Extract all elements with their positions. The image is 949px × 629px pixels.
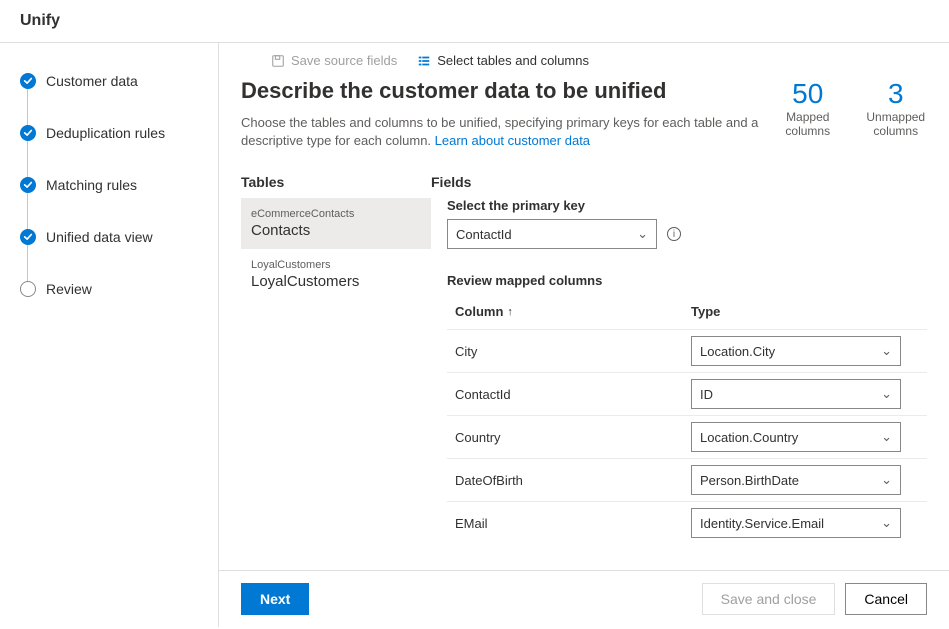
- column-name: DateOfBirth: [455, 473, 691, 488]
- type-select[interactable]: Location.Country ⌄: [691, 422, 901, 452]
- step-label: Matching rules: [46, 177, 137, 193]
- table-row: Country Location.Country ⌄: [447, 415, 927, 458]
- tables-header: Tables: [241, 174, 431, 190]
- page-header: Unify: [0, 0, 949, 43]
- step-label: Unified data view: [46, 229, 153, 245]
- sort-ascending-icon: ↑: [507, 306, 513, 318]
- step-deduplication-rules[interactable]: Deduplication rules: [20, 125, 218, 177]
- cancel-button[interactable]: Cancel: [845, 583, 927, 615]
- page-description: Choose the tables and columns to be unif…: [241, 114, 781, 150]
- save-icon: [271, 54, 285, 68]
- check-icon: [20, 125, 36, 141]
- table-row: City Location.City ⌄: [447, 329, 927, 372]
- circle-icon: [20, 281, 36, 297]
- table-name: LoyalCustomers: [251, 273, 421, 290]
- check-icon: [20, 73, 36, 89]
- save-and-close-button: Save and close: [702, 583, 836, 615]
- toolbar: Save source fields Select tables and col…: [219, 43, 949, 78]
- step-label: Customer data: [46, 73, 138, 89]
- column-header-name[interactable]: Column ↑: [455, 304, 691, 319]
- select-tables-columns-button[interactable]: Select tables and columns: [417, 53, 589, 68]
- list-icon: [417, 54, 431, 68]
- table-row: ContactId ID ⌄: [447, 372, 927, 415]
- toolbar-label: Save source fields: [291, 53, 397, 68]
- type-select[interactable]: Identity.Service.Email ⌄: [691, 508, 901, 538]
- step-review[interactable]: Review: [20, 281, 218, 297]
- stat-mapped-columns: 50 Mapped columns: [781, 78, 835, 138]
- table-card-loyalcustomers[interactable]: LoyalCustomers LoyalCustomers: [241, 249, 431, 300]
- step-label: Deduplication rules: [46, 125, 165, 141]
- select-value: Identity.Service.Email: [700, 516, 824, 531]
- check-icon: [20, 177, 36, 193]
- wizard-steps-sidebar: Customer data Deduplication rules Matchi…: [0, 43, 218, 627]
- column-name: EMail: [455, 516, 691, 531]
- table-row: DateOfBirth Person.BirthDate ⌄: [447, 458, 927, 501]
- table-source: eCommerceContacts: [251, 208, 421, 220]
- step-matching-rules[interactable]: Matching rules: [20, 177, 218, 229]
- select-value: ContactId: [456, 227, 512, 242]
- stat-unmapped-columns: 3 Unmapped columns: [865, 78, 927, 138]
- fields-header: Fields: [431, 174, 471, 190]
- select-value: Location.City: [700, 344, 775, 359]
- table-name: Contacts: [251, 222, 421, 239]
- table-card-contacts[interactable]: eCommerceContacts Contacts: [241, 198, 431, 249]
- stat-label: Mapped columns: [781, 110, 835, 138]
- type-select[interactable]: Person.BirthDate ⌄: [691, 465, 901, 495]
- stat-value: 3: [865, 78, 927, 110]
- type-select[interactable]: Location.City ⌄: [691, 336, 901, 366]
- table-row: EMail Identity.Service.Email ⌄: [447, 501, 927, 544]
- chevron-down-icon: ⌄: [637, 226, 648, 242]
- chevron-down-icon: ⌄: [881, 515, 892, 531]
- check-icon: [20, 229, 36, 245]
- stat-label: Unmapped columns: [865, 110, 927, 138]
- app-title: Unify: [20, 12, 60, 29]
- primary-key-select[interactable]: ContactId ⌄: [447, 219, 657, 249]
- tables-list: eCommerceContacts Contacts LoyalCustomer…: [241, 198, 431, 544]
- column-header-type[interactable]: Type: [691, 304, 720, 319]
- chevron-down-icon: ⌄: [881, 386, 892, 402]
- review-columns-header: Review mapped columns: [447, 273, 927, 288]
- table-source: LoyalCustomers: [251, 259, 421, 271]
- select-value: Person.BirthDate: [700, 473, 799, 488]
- type-select[interactable]: ID ⌄: [691, 379, 901, 409]
- info-icon[interactable]: i: [667, 227, 681, 241]
- chevron-down-icon: ⌄: [881, 472, 892, 488]
- column-name: City: [455, 344, 691, 359]
- chevron-down-icon: ⌄: [881, 343, 892, 359]
- column-name: Country: [455, 430, 691, 445]
- main-scroll[interactable]: Describe the customer data to be unified…: [219, 78, 949, 570]
- footer: Next Save and close Cancel: [219, 570, 949, 627]
- step-unified-data-view[interactable]: Unified data view: [20, 229, 218, 281]
- select-value: Location.Country: [700, 430, 798, 445]
- column-name: ContactId: [455, 387, 691, 402]
- content-area: Save source fields Select tables and col…: [218, 43, 949, 627]
- toolbar-label: Select tables and columns: [437, 53, 589, 68]
- next-button[interactable]: Next: [241, 583, 309, 615]
- step-label: Review: [46, 281, 92, 297]
- step-customer-data[interactable]: Customer data: [20, 73, 218, 125]
- page-title: Describe the customer data to be unified: [241, 78, 781, 104]
- learn-link[interactable]: Learn about customer data: [435, 133, 590, 148]
- select-value: ID: [700, 387, 713, 402]
- primary-key-label: Select the primary key: [447, 198, 927, 213]
- stat-value: 50: [781, 78, 835, 110]
- chevron-down-icon: ⌄: [881, 429, 892, 445]
- save-source-fields-button: Save source fields: [271, 53, 397, 68]
